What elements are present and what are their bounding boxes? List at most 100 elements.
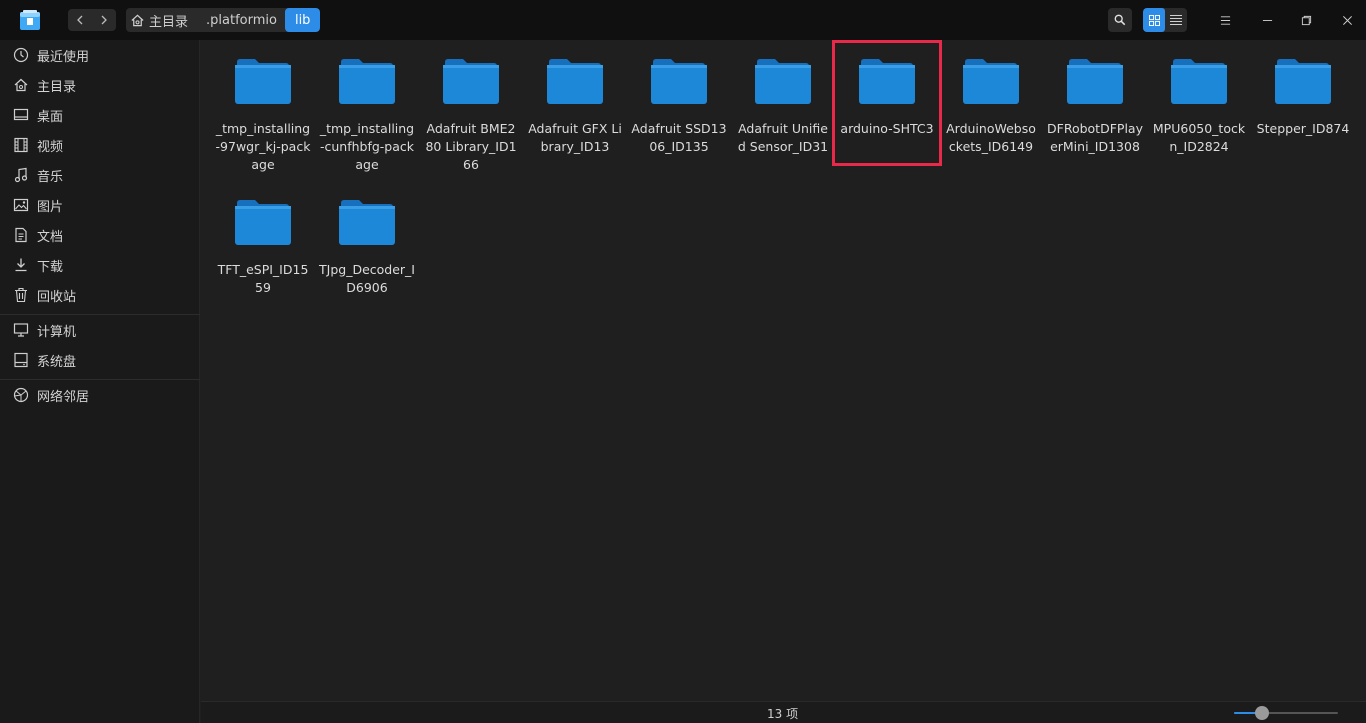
folder-name: ArduinoWebsockets_ID6149: [946, 121, 1036, 154]
folder-icon: [235, 56, 291, 104]
breadcrumb-home-label: 主目录: [149, 14, 189, 30]
folder-name: TJpg_Decoder_ID6906: [319, 262, 415, 295]
folder-icon: [1275, 56, 1331, 104]
sidebar-item-home[interactable]: 主目录: [0, 70, 200, 100]
download-icon: [15, 258, 27, 272]
close-button[interactable]: [1335, 8, 1359, 32]
folder-item[interactable]: Adafruit SSD1306_ID135: [627, 40, 731, 156]
search-icon: [1114, 14, 1126, 26]
sidebar-item-computer[interactable]: 计算机: [0, 315, 200, 345]
sidebar-item-label: 桌面: [37, 109, 64, 125]
sidebar-item-trash[interactable]: 回收站: [0, 280, 200, 310]
computer-icon: [13, 323, 29, 337]
home-icon: [14, 78, 28, 92]
folder-name: TFT_eSPI_ID1559: [217, 262, 309, 295]
folder-icon: [859, 56, 915, 104]
folder-name: arduino-SHTC3: [840, 121, 934, 136]
chevron-right-icon: [101, 15, 107, 25]
folder-icon: [339, 56, 395, 104]
sidebar-item-label: 图片: [37, 199, 64, 215]
trash-icon: [15, 287, 27, 303]
folder-icon: [547, 56, 603, 104]
home-icon: [131, 14, 144, 26]
file-manager-window: 主目录 .platformio lib 最近使用 主目录 桌面 视频 音乐 图片…: [0, 0, 1366, 723]
clock-icon: [13, 47, 29, 63]
folder-item[interactable]: MPU6050_tockn_ID2824: [1147, 40, 1251, 156]
zoom-slider-thumb[interactable]: [1255, 706, 1269, 720]
folder-name: Adafruit BME280 Library_ID166: [425, 121, 517, 172]
sidebar-item-system-disk[interactable]: 系统盘: [0, 345, 200, 375]
hamburger-icon: [1220, 15, 1230, 25]
folder-icon: [963, 56, 1019, 104]
sidebar-item-label: 系统盘: [37, 354, 77, 370]
document-icon: [15, 227, 27, 243]
breadcrumb-lib[interactable]: lib: [284, 8, 321, 32]
folder-item[interactable]: TJpg_Decoder_ID6906: [315, 181, 419, 297]
folder-icon: [235, 197, 291, 245]
search-button[interactable]: [1108, 8, 1132, 32]
folder-name: Adafruit SSD1306_ID135: [631, 121, 727, 154]
breadcrumb: 主目录 .platformio lib: [126, 8, 321, 32]
folder-icon: [755, 56, 811, 104]
folder-icon: [1171, 56, 1227, 104]
forward-button[interactable]: [92, 9, 116, 31]
folder-item[interactable]: Adafruit BME280 Library_ID166: [419, 40, 523, 174]
folder-name: Stepper_ID874: [1256, 121, 1350, 136]
picture-icon: [13, 198, 29, 212]
disk-icon: [14, 352, 28, 368]
sidebar-item-network[interactable]: 网络邻居: [0, 380, 200, 410]
title-bar: 主目录 .platformio lib: [0, 0, 1366, 40]
breadcrumb-home[interactable]: 主目录: [126, 8, 198, 32]
folder-name: Adafruit Unified Sensor_ID31: [737, 121, 829, 154]
minimize-button[interactable]: [1255, 8, 1279, 32]
folder-icon: [1067, 56, 1123, 104]
folder-name: DFRobotDFPlayerMini_ID1308: [1047, 121, 1143, 154]
folder-item[interactable]: arduino-SHTC3: [835, 40, 939, 138]
folder-icon: [443, 56, 499, 104]
menu-button[interactable]: [1213, 8, 1237, 32]
folder-item[interactable]: Adafruit Unified Sensor_ID31: [731, 40, 835, 156]
folder-item[interactable]: Adafruit GFX Library_ID13: [523, 40, 627, 156]
sidebar-item-label: 计算机: [37, 324, 77, 340]
sidebar-item-label: 音乐: [37, 169, 64, 185]
sidebar-item-label: 回收站: [37, 289, 77, 305]
sidebar-item-desktop[interactable]: 桌面: [0, 100, 200, 130]
folder-item[interactable]: TFT_eSPI_ID1559: [211, 181, 315, 297]
sidebar-item-label: 主目录: [37, 79, 77, 95]
grid-icon: [1148, 14, 1160, 26]
sidebar-item-downloads[interactable]: 下载: [0, 250, 200, 280]
network-icon: [13, 387, 29, 403]
sidebar-item-label: 视频: [37, 139, 64, 155]
sidebar-item-recent[interactable]: 最近使用: [0, 40, 200, 70]
folder-item[interactable]: _tmp_installing-97wgr_kj-package: [211, 40, 315, 174]
file-view: _tmp_installing-97wgr_kj-package _tmp_ins…: [201, 40, 1366, 701]
sidebar-item-videos[interactable]: 视频: [0, 130, 200, 160]
folder-item[interactable]: DFRobotDFPlayerMini_ID1308: [1043, 40, 1147, 156]
status-bar: 13 项: [201, 701, 1366, 723]
navigation-buttons: [68, 9, 116, 31]
list-icon: [1170, 15, 1182, 25]
folder-item[interactable]: Stepper_ID874: [1251, 40, 1355, 138]
chevron-left-icon: [77, 15, 83, 25]
restore-icon: [1301, 15, 1311, 25]
close-icon: [1342, 15, 1352, 25]
folder-icon: [339, 197, 395, 245]
list-view-button[interactable]: [1165, 8, 1187, 32]
minimize-icon: [1262, 19, 1272, 21]
sidebar-item-label: 文档: [37, 229, 64, 245]
video-icon: [14, 137, 28, 153]
sidebar: 最近使用 主目录 桌面 视频 音乐 图片 文档 下载 回收站 计算机 系统盘 网…: [0, 40, 200, 723]
sidebar-item-pictures[interactable]: 图片: [0, 190, 200, 220]
item-count: 13 项: [767, 707, 799, 721]
sidebar-item-music[interactable]: 音乐: [0, 160, 200, 190]
maximize-button[interactable]: [1294, 8, 1318, 32]
folder-name: _tmp_installing-cunfhbfg-package: [319, 121, 415, 172]
back-button[interactable]: [68, 9, 92, 31]
folder-item[interactable]: _tmp_installing-cunfhbfg-package: [315, 40, 419, 174]
folder-icon: [651, 56, 707, 104]
zoom-slider-track[interactable]: [1234, 712, 1338, 714]
folder-item[interactable]: ArduinoWebsockets_ID6149: [939, 40, 1043, 156]
sidebar-item-documents[interactable]: 文档: [0, 220, 200, 250]
icon-view-button[interactable]: [1143, 8, 1165, 32]
breadcrumb-platformio[interactable]: .platformio: [198, 8, 285, 32]
